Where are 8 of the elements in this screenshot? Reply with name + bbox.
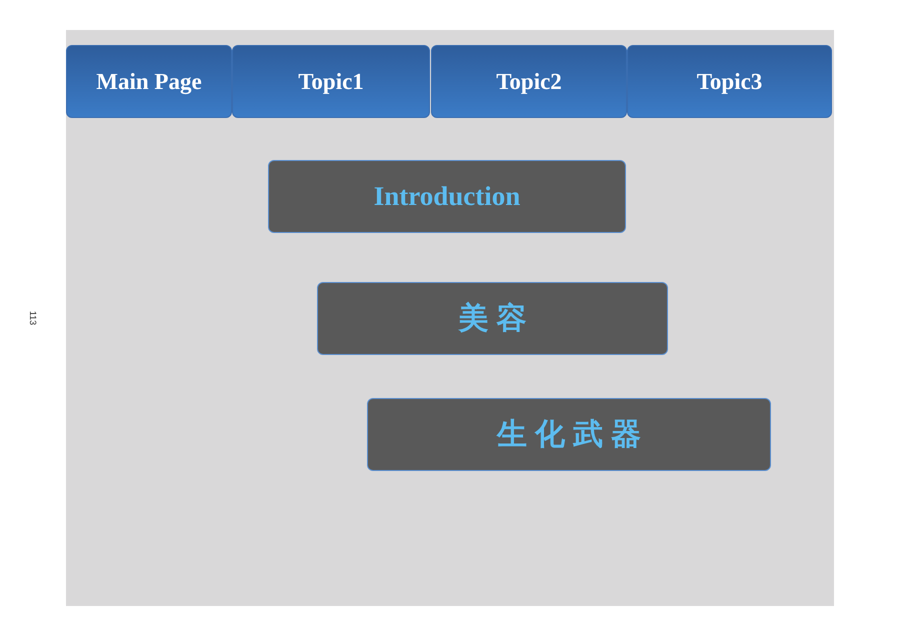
menu-button[interactable]: 美容	[317, 282, 668, 355]
menu-button[interactable]: Introduction	[268, 160, 626, 233]
nav-button[interactable]: Main Page	[66, 45, 232, 118]
page-number: 113	[28, 310, 38, 326]
nav-button[interactable]: Topic1	[232, 45, 430, 118]
menu-button[interactable]: 生化武器	[367, 398, 771, 471]
nav-button[interactable]: Topic2	[431, 45, 627, 118]
nav-button[interactable]: Topic3	[627, 45, 832, 118]
